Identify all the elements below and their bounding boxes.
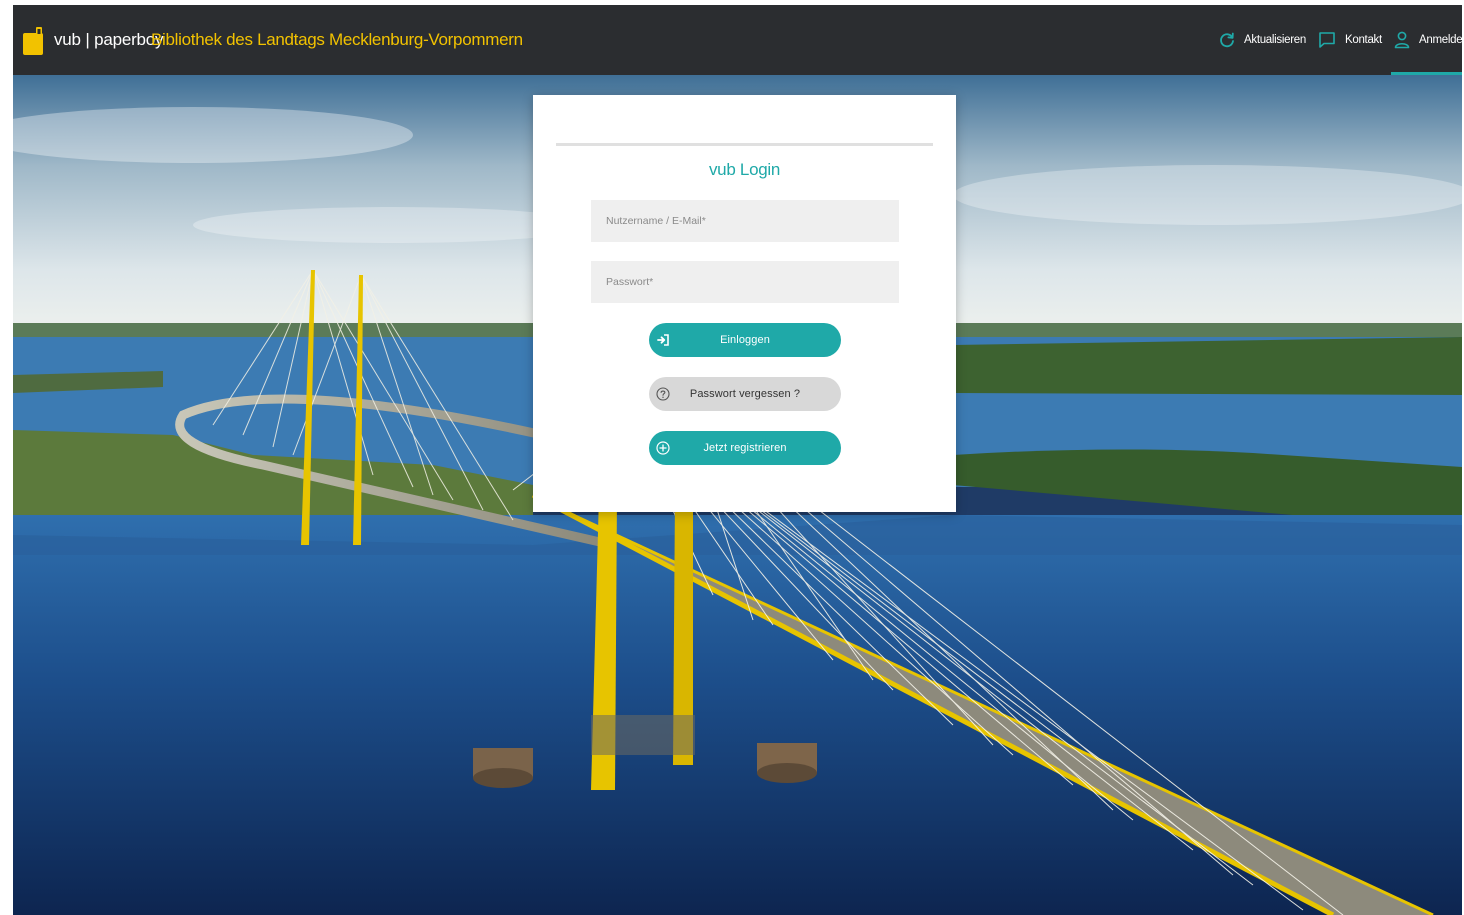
- nav-login[interactable]: Anmelden: [1394, 27, 1462, 53]
- forgot-password-button[interactable]: Passwort vergessen ?: [649, 377, 841, 411]
- paperboy-logo-icon: [23, 27, 43, 55]
- nav-login-label: Anmelden: [1419, 34, 1462, 46]
- sign-in-icon: [657, 334, 669, 346]
- username-input[interactable]: [591, 200, 899, 242]
- chat-bubble-icon: [1319, 32, 1335, 48]
- login-button-label: Einloggen: [720, 334, 770, 346]
- nav-contact-label: Kontakt: [1345, 34, 1382, 46]
- nav-refresh-label: Aktualisieren: [1244, 34, 1306, 46]
- library-name: Bibliothek des Landtags Mecklenburg-Vorp…: [151, 30, 523, 49]
- active-nav-indicator: [1391, 72, 1462, 75]
- register-button-label: Jetzt registrieren: [703, 442, 787, 454]
- top-bar: vub | paperboy Bibliothek des Landtags M…: [13, 5, 1462, 75]
- user-icon: [1394, 31, 1410, 49]
- password-input[interactable]: [591, 261, 899, 303]
- login-card: vub Login Einloggen Passwort vergessen ?: [533, 95, 956, 512]
- card-divider: [556, 143, 933, 146]
- app-window: vub | paperboy Bibliothek des Landtags M…: [13, 5, 1462, 915]
- register-button[interactable]: Jetzt registrieren: [649, 431, 841, 465]
- refresh-icon: [1220, 32, 1234, 48]
- brand-name: vub | paperboy: [54, 30, 164, 49]
- plus-circle-icon: [656, 441, 670, 455]
- nav-refresh[interactable]: Aktualisieren: [1219, 27, 1306, 53]
- question-circle-icon: [656, 387, 670, 401]
- forgot-password-label: Passwort vergessen ?: [689, 388, 801, 400]
- login-button[interactable]: Einloggen: [649, 323, 841, 357]
- nav-contact[interactable]: Kontakt: [1318, 27, 1382, 53]
- login-title: vub Login: [708, 160, 781, 179]
